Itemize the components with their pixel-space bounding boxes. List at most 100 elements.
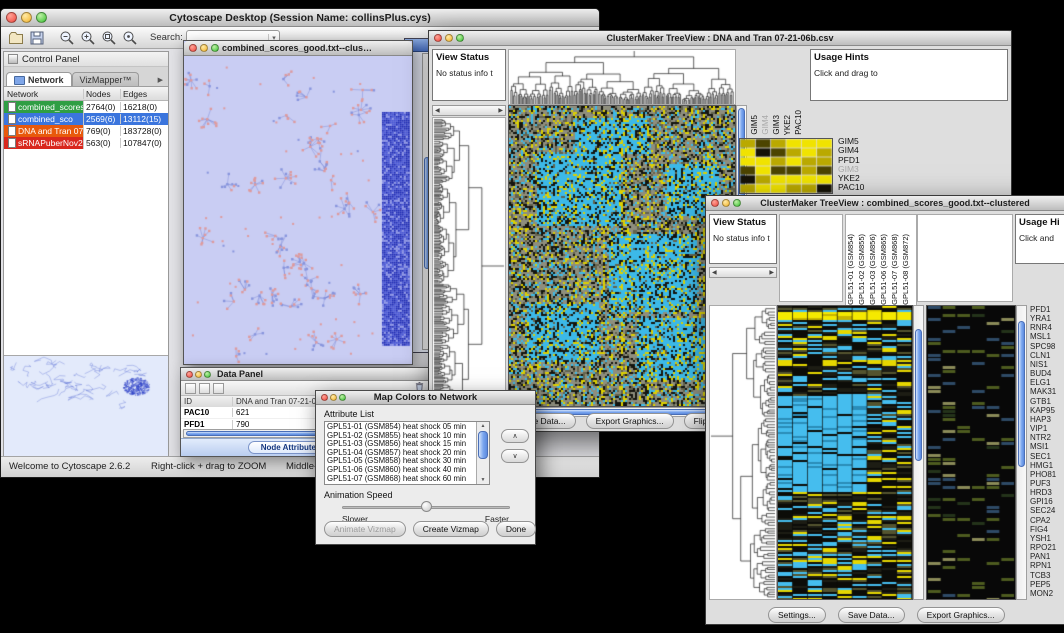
minimize-button[interactable] <box>445 34 453 42</box>
treeview2-titlebar[interactable]: ClusterMaker TreeView : combined_scores_… <box>706 196 1064 211</box>
minimize-button[interactable] <box>21 12 32 23</box>
close-button[interactable] <box>321 394 328 401</box>
minimize-button[interactable] <box>195 371 202 378</box>
array-label[interactable]: PAC10 <box>794 110 805 135</box>
network-list-row[interactable]: combined_scores 2764(0) 16218(0) <box>4 101 168 113</box>
gene-label[interactable]: PUF3 <box>1030 479 1064 488</box>
network-list-row[interactable]: combined_sco 2569(6) 13112(15) <box>4 113 168 125</box>
network-list-row[interactable]: DNA and Tran 07 769(0) 183728(0) <box>4 125 168 137</box>
close-button[interactable] <box>434 34 442 42</box>
gene-label[interactable]: HAP3 <box>1030 415 1064 424</box>
attribute-list[interactable]: GPL51-01 (GSM854) heat shock 05 minGPL51… <box>324 421 490 485</box>
animation-speed-slider[interactable] <box>342 501 510 513</box>
gene-label[interactable]: MON2 <box>1030 589 1064 598</box>
maximize-button[interactable] <box>456 34 464 42</box>
col-header-nodes[interactable]: Nodes <box>84 89 121 99</box>
gene-label[interactable]: PAC10 <box>838 183 864 192</box>
gene-label[interactable]: RPO21 <box>1030 543 1064 552</box>
dialog-button[interactable]: Animate Vizmap <box>324 521 406 537</box>
scroll-left-icon[interactable]: ◀ <box>435 107 440 114</box>
scrollbar-thumb[interactable] <box>915 329 922 461</box>
mini-heatmap-canvas[interactable] <box>739 138 833 194</box>
scroll-down-icon[interactable]: ▼ <box>477 477 489 483</box>
scroll-right-icon[interactable]: ▶ <box>769 269 774 276</box>
gene-label[interactable]: HRD3 <box>1030 488 1064 497</box>
gene-label[interactable]: PAN1 <box>1030 552 1064 561</box>
gene-label[interactable]: PEP5 <box>1030 580 1064 589</box>
data-panel-titlebar[interactable]: Data Panel <box>181 368 429 381</box>
dendrogram-nav-scrollbar[interactable]: ◀ ▶ <box>709 267 777 278</box>
close-button[interactable] <box>6 12 17 23</box>
gene-label[interactable]: YRA1 <box>1030 314 1064 323</box>
close-button[interactable] <box>711 199 719 207</box>
array-label[interactable]: GIM4 <box>761 115 772 135</box>
gene-label[interactable]: CLN1 <box>1030 351 1064 360</box>
network-list-row[interactable]: sRNAPuberNov2 563(0) 107847(0) <box>4 137 168 149</box>
maximize-button[interactable] <box>36 12 47 23</box>
array-label[interactable]: GIM5 <box>750 115 761 135</box>
attribute-batch-icon[interactable] <box>213 383 224 394</box>
array-label[interactable]: GPL51-06 (GSM865) <box>879 234 890 305</box>
attribute-list-item[interactable]: GPL51-07 (GSM868) heat shock 60 min <box>325 475 477 484</box>
save-session-icon[interactable] <box>28 29 46 47</box>
minimize-button[interactable] <box>722 199 730 207</box>
treeview-action-button[interactable]: Export Graphics... <box>586 413 674 429</box>
array-label[interactable]: GPL51-03 (GSM856) <box>868 234 879 305</box>
attribute-list-scrollbar[interactable]: ▲ ▼ <box>476 422 489 484</box>
secondary-vscroll[interactable] <box>1016 305 1027 600</box>
treeview-action-button[interactable]: Save Data... <box>838 607 905 623</box>
array-label[interactable]: GPL51-02 (GSM855) <box>857 234 868 305</box>
slider-knob[interactable] <box>421 501 432 512</box>
dialog-button[interactable]: Done <box>496 521 536 537</box>
gene-label[interactable]: SEC24 <box>1030 506 1064 515</box>
col-header-id[interactable]: ID <box>181 397 233 406</box>
create-attribute-icon[interactable] <box>199 383 210 394</box>
scroll-left-icon[interactable]: ◀ <box>712 269 717 276</box>
select-attributes-icon[interactable] <box>185 383 196 394</box>
maximize-button[interactable] <box>733 199 741 207</box>
gene-dendrogram-canvas[interactable] <box>709 305 777 600</box>
gene-dendrogram-canvas[interactable] <box>432 117 506 407</box>
dendrogram-nav-scrollbar[interactable]: ◀ ▶ <box>432 105 506 116</box>
scrollbar-thumb[interactable] <box>1018 321 1025 468</box>
array-label[interactable]: GPL51-07 (GSM868) <box>890 234 901 305</box>
heatmap-vscroll[interactable] <box>913 305 924 600</box>
panel-dock-icon[interactable] <box>8 54 18 64</box>
secondary-heatmap-canvas[interactable] <box>926 305 1016 600</box>
gene-label[interactable]: PFD1 <box>1030 305 1064 314</box>
move-down-button[interactable]: ∨ <box>501 449 529 463</box>
zoom-fit-icon[interactable] <box>100 29 118 47</box>
array-label[interactable]: GIM3 <box>772 115 783 135</box>
gene-label[interactable]: YSH1 <box>1030 534 1064 543</box>
gene-label[interactable]: VIP1 <box>1030 424 1064 433</box>
array-label[interactable]: YKE2 <box>783 115 794 135</box>
gene-label[interactable]: GTB1 <box>1030 397 1064 406</box>
treeview-action-button[interactable]: Settings... <box>768 607 826 623</box>
gene-label[interactable]: BUD4 <box>1030 369 1064 378</box>
gene-label[interactable]: KAP95 <box>1030 406 1064 415</box>
maximize-button[interactable] <box>204 371 211 378</box>
gene-label[interactable]: TCB3 <box>1030 571 1064 580</box>
close-button[interactable] <box>189 44 197 52</box>
scroll-right-icon[interactable]: ▶ <box>498 107 503 114</box>
col-header-network[interactable]: Network <box>4 89 84 99</box>
birdseye-canvas[interactable] <box>4 356 168 456</box>
treeview-action-button[interactable]: Export Graphics... <box>917 607 1005 623</box>
gene-label[interactable]: FIG4 <box>1030 525 1064 534</box>
gene-label[interactable]: MSL1 <box>1030 332 1064 341</box>
gene-label[interactable]: GPI16 <box>1030 497 1064 506</box>
gene-label[interactable]: CPA2 <box>1030 516 1064 525</box>
network-canvas[interactable] <box>184 56 412 364</box>
zoom-selected-icon[interactable] <box>121 29 139 47</box>
gene-label[interactable]: HMG1 <box>1030 461 1064 470</box>
heatmap-canvas[interactable] <box>508 105 736 407</box>
zoom-in-icon[interactable] <box>79 29 97 47</box>
array-label[interactable]: GPL51-08 (GSM872) <box>901 234 912 305</box>
gene-label[interactable]: NIS1 <box>1030 360 1064 369</box>
gene-label[interactable]: ELG1 <box>1030 378 1064 387</box>
array-label[interactable]: GPL51-01 (GSM854) <box>846 234 857 305</box>
minimize-button[interactable] <box>330 394 337 401</box>
gene-label[interactable]: SEC1 <box>1030 452 1064 461</box>
scrollbar-thumb[interactable] <box>478 431 488 459</box>
minimize-button[interactable] <box>200 44 208 52</box>
